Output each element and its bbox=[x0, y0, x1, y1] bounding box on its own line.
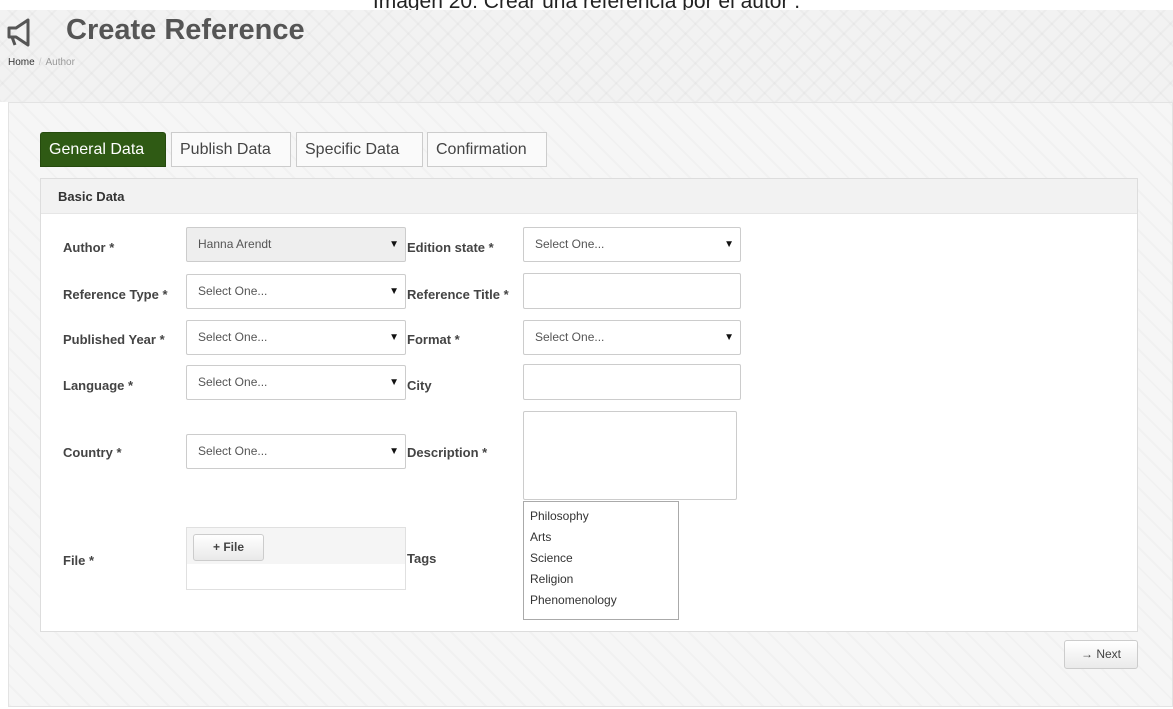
reference-title-input[interactable] bbox=[523, 273, 741, 309]
tag-option[interactable]: Arts bbox=[530, 527, 672, 548]
tag-option[interactable]: Religion bbox=[530, 569, 672, 590]
edition-state-select[interactable]: Select One... ▼ bbox=[523, 227, 741, 262]
country-label: Country * bbox=[63, 445, 122, 460]
chevron-down-icon: ▼ bbox=[389, 239, 399, 250]
country-value: Select One... bbox=[198, 444, 268, 458]
file-label: File * bbox=[63, 553, 95, 568]
chevron-down-icon: ▼ bbox=[389, 286, 399, 297]
tab-specific-data[interactable]: Specific Data bbox=[296, 132, 423, 167]
page-header: Create Reference Home / Author bbox=[0, 10, 1173, 102]
add-file-button[interactable]: + File bbox=[193, 534, 264, 561]
tag-option[interactable]: Science bbox=[530, 548, 672, 569]
author-select[interactable]: Hanna Arendt ▼ bbox=[186, 227, 406, 262]
city-label: City bbox=[407, 378, 432, 393]
reference-type-value: Select One... bbox=[198, 284, 268, 298]
breadcrumb-home[interactable]: Home bbox=[8, 57, 35, 68]
edition-state-value: Select One... bbox=[535, 237, 605, 251]
city-input[interactable] bbox=[523, 364, 741, 400]
format-label: Format * bbox=[407, 332, 460, 347]
file-upload-box: + File bbox=[186, 527, 406, 590]
tags-label: Tags bbox=[407, 551, 437, 566]
reference-title-label: Reference Title * bbox=[407, 287, 509, 302]
chevron-down-icon: ▼ bbox=[389, 332, 399, 343]
next-button[interactable]: → Next bbox=[1064, 640, 1138, 669]
format-select[interactable]: Select One... ▼ bbox=[523, 320, 741, 355]
country-select[interactable]: Select One... ▼ bbox=[186, 434, 406, 469]
author-value: Hanna Arendt bbox=[198, 237, 272, 251]
language-label: Language * bbox=[63, 378, 134, 393]
language-value: Select One... bbox=[198, 375, 268, 389]
tab-general-data[interactable]: General Data bbox=[40, 132, 166, 167]
reference-type-select[interactable]: Select One... ▼ bbox=[186, 274, 406, 309]
chevron-down-icon: ▼ bbox=[724, 239, 734, 250]
author-label: Author * bbox=[63, 240, 115, 255]
description-textarea[interactable] bbox=[523, 411, 737, 500]
tags-listbox[interactable]: Philosophy Arts Science Religion Phenome… bbox=[523, 501, 679, 620]
edition-state-label: Edition state * bbox=[407, 240, 494, 255]
description-label: Description * bbox=[407, 445, 488, 460]
page-title: Create Reference bbox=[66, 14, 305, 46]
format-value: Select One... bbox=[535, 330, 605, 344]
breadcrumb-current: Author bbox=[45, 57, 75, 68]
tag-option[interactable]: Philosophy bbox=[530, 506, 672, 527]
chevron-down-icon: ▼ bbox=[389, 446, 399, 457]
chevron-down-icon: ▼ bbox=[724, 332, 734, 343]
published-year-value: Select One... bbox=[198, 330, 268, 344]
breadcrumb: Home / Author bbox=[8, 57, 75, 68]
reference-type-label: Reference Type * bbox=[63, 287, 168, 302]
megaphone-icon bbox=[6, 18, 38, 48]
tab-confirmation[interactable]: Confirmation bbox=[427, 132, 547, 167]
panel-title: Basic Data bbox=[41, 179, 1137, 214]
tab-publish-data[interactable]: Publish Data bbox=[171, 132, 291, 167]
published-year-label: Published Year * bbox=[63, 332, 165, 347]
published-year-select[interactable]: Select One... ▼ bbox=[186, 320, 406, 355]
breadcrumb-separator: / bbox=[38, 57, 42, 68]
chevron-down-icon: ▼ bbox=[389, 377, 399, 388]
language-select[interactable]: Select One... ▼ bbox=[186, 365, 406, 400]
tag-option[interactable]: Phenomenology bbox=[530, 590, 672, 611]
